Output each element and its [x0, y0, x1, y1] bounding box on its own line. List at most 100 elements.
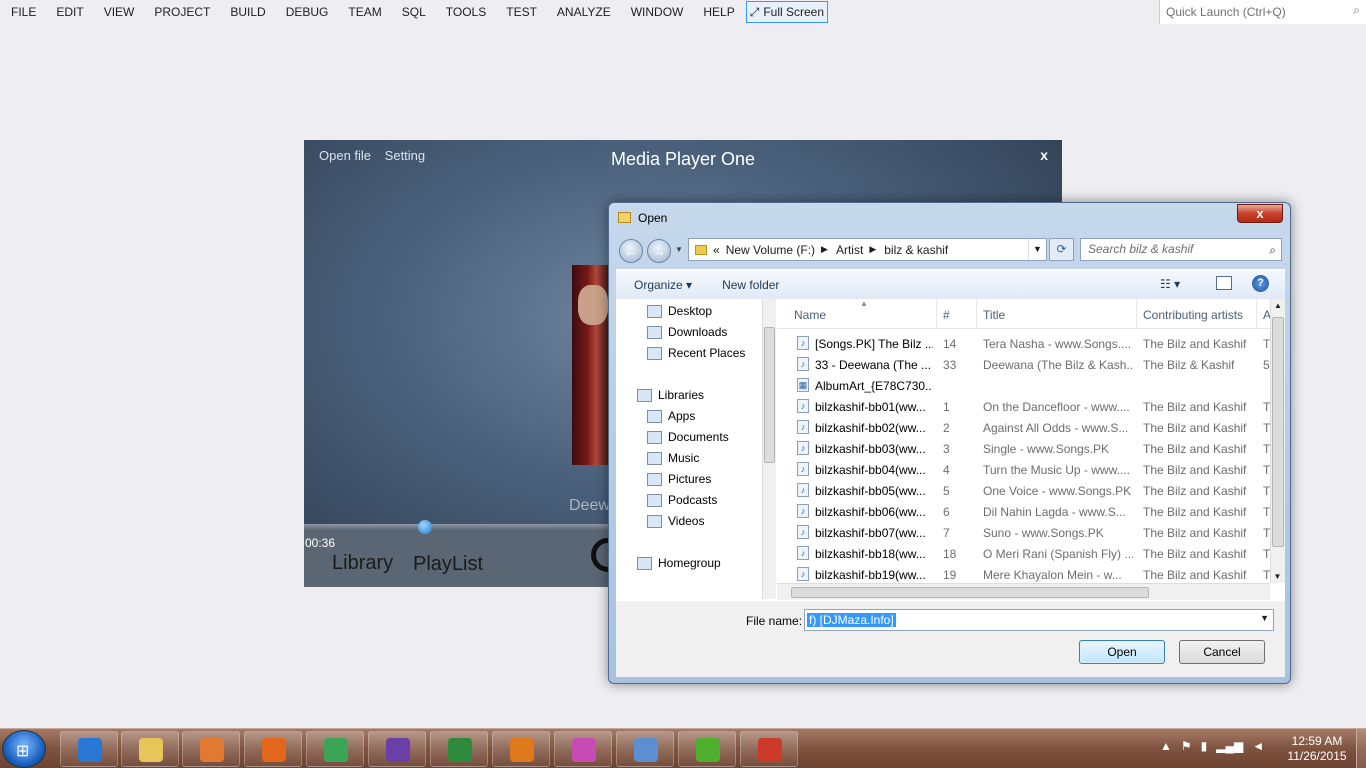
taskbar-app-file-explorer[interactable]: [121, 731, 179, 767]
file-row[interactable]: ♪ bilzkashif-bb18(ww... 18 O Meri Rani (Spa…: [777, 543, 1270, 564]
chevron-down-icon[interactable]: ▼: [1260, 613, 1269, 623]
column-header: Name ▲ # Title Contributing artists A: [777, 299, 1271, 329]
taskbar-app-media-player[interactable]: [182, 731, 240, 767]
nav-item-libraries[interactable]: Libraries: [637, 385, 704, 405]
menu-team[interactable]: TEAM: [338, 1, 391, 23]
folder-icon: [647, 325, 662, 339]
pdf-icon: [510, 738, 534, 762]
menu-debug[interactable]: DEBUG: [276, 1, 339, 23]
taskbar-app-download-manager[interactable]: [430, 731, 488, 767]
quick-launch-input[interactable]: Quick Launch (Ctrl+Q) ⌕: [1159, 0, 1366, 24]
menu-build[interactable]: BUILD: [220, 1, 275, 23]
change-view-icon[interactable]: ☷ ▾: [1160, 277, 1196, 291]
file-name-value: f) [DJMaza.Info]: [807, 613, 896, 627]
search-input[interactable]: Search bilz & kashif ⌕: [1080, 238, 1282, 261]
breadcrumb-volume[interactable]: New Volume (F:): [726, 243, 815, 257]
nav-item-apps[interactable]: Apps: [647, 406, 695, 426]
file-name-input[interactable]: f) [DJMaza.Info] ▼: [804, 609, 1274, 631]
action-center-icon[interactable]: ⚑: [1181, 739, 1192, 753]
file-row[interactable]: ♪ bilzkashif-bb03(ww... 3 Single - www.Song…: [777, 438, 1270, 459]
file-row[interactable]: ♪ bilzkashif-bb02(ww... 2 Against All Odds …: [777, 417, 1270, 438]
forward-arrow-icon[interactable]: →: [647, 239, 671, 263]
menu-window[interactable]: WINDOW: [621, 1, 694, 23]
breadcrumb-artist[interactable]: Artist: [836, 243, 863, 257]
breadcrumb-arrow-icon[interactable]: ▶: [821, 244, 828, 255]
clock[interactable]: 12:59 AM 11/26/2015: [1282, 734, 1352, 764]
chevron-down-icon[interactable]: ▼: [1028, 239, 1046, 260]
help-icon[interactable]: ?: [1252, 275, 1269, 292]
recent-locations-chevron-icon[interactable]: ▼: [675, 245, 683, 254]
taskbar-app-notepad[interactable]: [616, 731, 674, 767]
breadcrumb-overflow[interactable]: «: [713, 243, 720, 257]
file-row[interactable]: ▦ AlbumArt_{E78C730...: [777, 375, 1270, 396]
file-row[interactable]: ♪ bilzkashif-bb06(ww... 6 Dil Nahin Lagda -…: [777, 501, 1270, 522]
menu-analyze[interactable]: ANALYZE: [547, 1, 621, 23]
file-row[interactable]: ♪ [Songs.PK] The Bilz ... 14 Tera Nasha - w…: [777, 333, 1270, 354]
taskbar-app-pdf[interactable]: [492, 731, 550, 767]
menu-edit[interactable]: EDIT: [46, 1, 93, 23]
power-icon[interactable]: ▮: [1201, 739, 1208, 753]
refresh-icon[interactable]: ⟳: [1049, 238, 1074, 261]
column-name[interactable]: Name: [794, 308, 826, 322]
menu-test[interactable]: TEST: [496, 1, 547, 23]
file-row[interactable]: ♪ bilzkashif-bb01(ww... 1 On the Dancefloor…: [777, 396, 1270, 417]
seek-bar[interactable]: [304, 524, 624, 531]
audio-file-icon: ♪: [797, 504, 809, 518]
taskbar-app-internet-explorer[interactable]: [60, 731, 118, 767]
address-bar[interactable]: « New Volume (F:) ▶ Artist ▶ bilz & kash…: [688, 238, 1047, 261]
visual-studio-icon: [386, 738, 410, 762]
file-list-scrollbar[interactable]: ▲ ▼: [1270, 299, 1285, 583]
nav-item-videos[interactable]: Videos: [647, 511, 704, 531]
menu-help[interactable]: HELP: [693, 1, 744, 23]
preview-pane-icon[interactable]: [1216, 276, 1232, 290]
column-number[interactable]: #: [943, 308, 950, 322]
organize-button[interactable]: Organize ▾: [634, 278, 692, 292]
navigation-scrollbar[interactable]: [762, 299, 776, 599]
playlist-tab[interactable]: PlayList: [413, 553, 483, 576]
menu-sql[interactable]: SQL: [392, 1, 436, 23]
taskbar-app-utorrent[interactable]: [678, 731, 736, 767]
show-desktop-button[interactable]: [1356, 729, 1366, 768]
nav-item-label: Downloads: [668, 325, 728, 339]
taskbar-app-picasa[interactable]: [554, 731, 612, 767]
menu-tools[interactable]: TOOLS: [436, 1, 496, 23]
nav-item-podcasts[interactable]: Podcasts: [647, 490, 717, 510]
file-row[interactable]: ♪ bilzkashif-bb05(ww... 5 One Voice - www.S…: [777, 480, 1270, 501]
taskbar-app-firefox[interactable]: [244, 731, 302, 767]
nav-item-music[interactable]: Music: [647, 448, 699, 468]
menu-project[interactable]: PROJECT: [144, 1, 220, 23]
nav-item-desktop[interactable]: Desktop: [647, 301, 712, 321]
column-contributing-artists[interactable]: Contributing artists: [1143, 308, 1243, 322]
file-row[interactable]: ♪ bilzkashif-bb19(ww... 19 Mere Khayalon Me…: [777, 564, 1270, 585]
file-row[interactable]: ♪ 33 - Deewana (The ... 33 Deewana (The Bil…: [777, 354, 1270, 375]
show-hidden-icons-icon[interactable]: ▲: [1160, 739, 1172, 753]
nav-item-homegroup[interactable]: Homegroup: [637, 553, 721, 573]
file-row[interactable]: ♪ bilzkashif-bb04(ww... 4 Turn the Music Up…: [777, 459, 1270, 480]
nav-item-recent-places[interactable]: Recent Places: [647, 343, 745, 363]
breadcrumb-folder[interactable]: bilz & kashif: [884, 243, 948, 257]
volume-icon[interactable]: ◄: [1252, 739, 1264, 753]
new-folder-button[interactable]: New folder: [722, 278, 779, 292]
cancel-button[interactable]: Cancel: [1179, 640, 1265, 664]
taskbar-app-chrome[interactable]: [306, 731, 364, 767]
back-arrow-icon[interactable]: ←: [619, 239, 643, 263]
open-button[interactable]: Open: [1079, 640, 1165, 664]
nav-item-pictures[interactable]: Pictures: [647, 469, 711, 489]
nav-item-documents[interactable]: Documents: [647, 427, 729, 447]
start-button[interactable]: ⊞: [2, 730, 46, 768]
library-tab[interactable]: Library: [332, 552, 393, 575]
taskbar-app-app-window[interactable]: [740, 731, 798, 767]
file-title: O Meri Rani (Spanish Fly) ...: [983, 547, 1133, 561]
full-screen-button[interactable]: ⤢ Full Screen: [745, 1, 829, 23]
breadcrumb-arrow-icon[interactable]: ▶: [869, 244, 876, 255]
file-list-horizontal-scrollbar[interactable]: [777, 583, 1270, 600]
menu-file[interactable]: FILE: [0, 1, 46, 23]
menu-view[interactable]: VIEW: [94, 1, 145, 23]
column-title[interactable]: Title: [983, 308, 1005, 322]
taskbar-app-visual-studio[interactable]: [368, 731, 426, 767]
network-icon[interactable]: ▂▄▆: [1216, 739, 1243, 753]
nav-item-downloads[interactable]: Downloads: [647, 322, 727, 342]
file-row[interactable]: ♪ bilzkashif-bb07(ww... 7 Suno - www.Songs.…: [777, 522, 1270, 543]
media-player-close-button[interactable]: x: [1040, 147, 1048, 163]
dialog-close-button[interactable]: x: [1237, 204, 1283, 223]
